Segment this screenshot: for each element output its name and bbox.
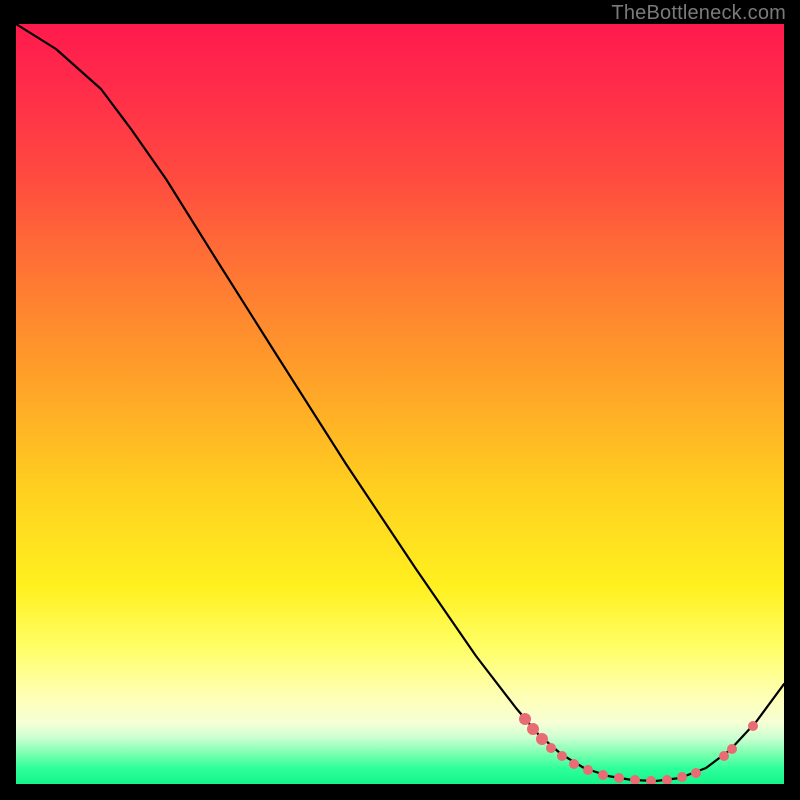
curve-dots (519, 713, 758, 784)
curve-svg (16, 24, 784, 784)
curve-dot (719, 751, 729, 761)
curve-dot (519, 713, 531, 725)
chart-frame: TheBottleneck.com (0, 0, 800, 800)
bottleneck-curve (16, 24, 784, 781)
curve-dot (630, 775, 640, 784)
curve-dot (546, 743, 556, 753)
curve-dot (569, 759, 579, 769)
curve-dot (691, 768, 701, 778)
curve-dot (557, 751, 567, 761)
curve-dot (583, 765, 593, 775)
curve-dot (527, 723, 539, 735)
watermark-label: TheBottleneck.com (611, 2, 786, 25)
plot-area (16, 24, 784, 784)
curve-dot (598, 770, 608, 780)
curve-dot (536, 733, 548, 745)
curve-dot (727, 744, 737, 754)
curve-dot (662, 775, 672, 784)
curve-dot (748, 721, 758, 731)
curve-dot (646, 776, 656, 784)
curve-dot (677, 772, 687, 782)
curve-dot (614, 773, 624, 783)
